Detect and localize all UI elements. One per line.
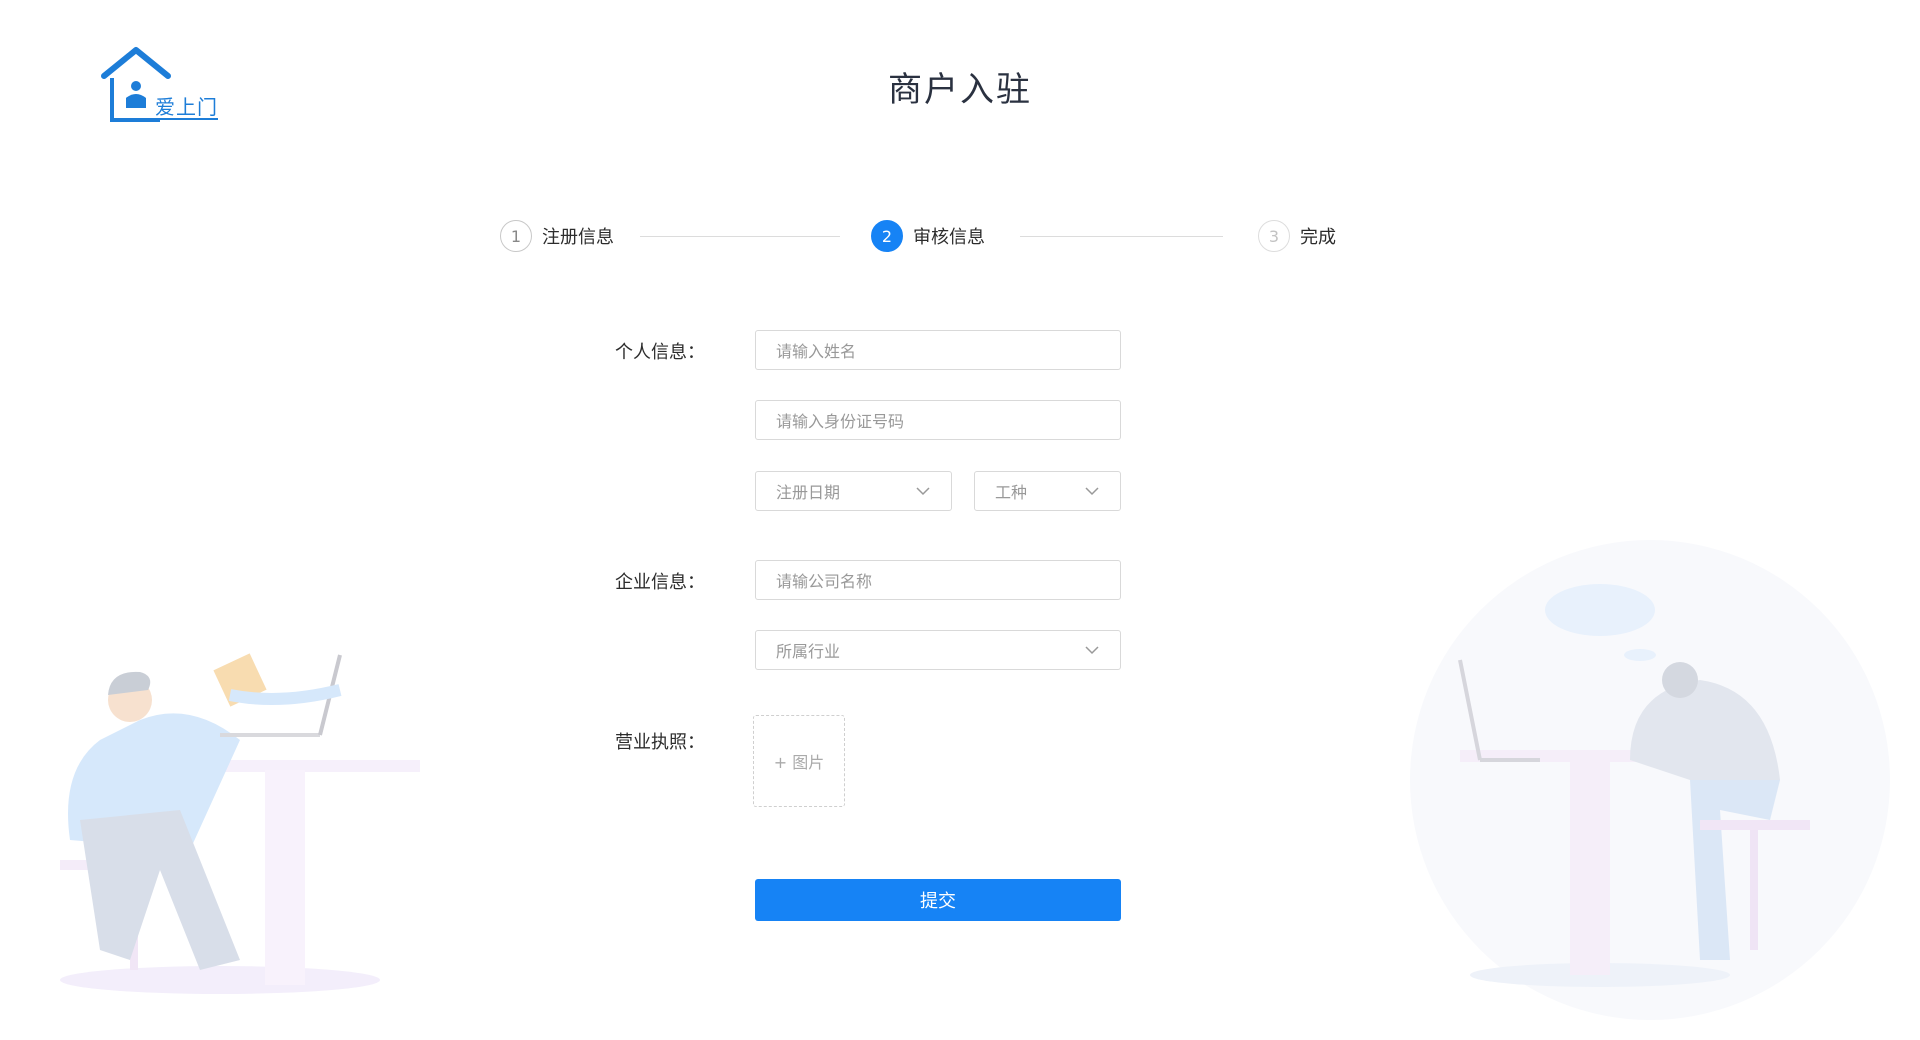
name-input[interactable]: 请输入姓名 — [755, 330, 1121, 370]
license-upload-button[interactable]: + 图片 — [753, 715, 845, 807]
id-number-placeholder: 请输入身份证号码 — [776, 412, 905, 431]
step-connector — [640, 236, 840, 237]
chevron-down-icon — [1085, 487, 1099, 496]
step-connector — [1020, 236, 1223, 237]
business-license-label: 营业执照： — [615, 732, 705, 753]
step-label: 审核信息 — [913, 227, 985, 248]
id-number-input[interactable]: 请输入身份证号码 — [755, 400, 1121, 440]
name-placeholder: 请输入姓名 — [776, 342, 857, 361]
chevron-down-icon — [916, 487, 930, 496]
step-number: 1 — [500, 220, 532, 252]
company-name-input[interactable]: 请输公司名称 — [755, 560, 1121, 600]
upload-text: + 图片 — [773, 753, 825, 772]
page-title: 商户入驻 — [888, 70, 1032, 110]
company-name-placeholder: 请输公司名称 — [776, 572, 873, 591]
personal-info-label: 个人信息： — [615, 342, 705, 363]
job-type-select[interactable]: 工种 — [974, 471, 1121, 511]
step-number: 2 — [871, 220, 903, 252]
step-register-info: 1 注册信息 — [500, 218, 614, 254]
submit-button[interactable]: 提交 — [755, 879, 1121, 921]
step-label: 注册信息 — [542, 227, 614, 248]
job-type-value: 工种 — [995, 483, 1028, 502]
step-number: 3 — [1258, 220, 1290, 252]
registration-date-select[interactable]: 注册日期 — [755, 471, 952, 511]
step-label: 完成 — [1300, 227, 1336, 248]
industry-select[interactable]: 所属行业 — [755, 630, 1121, 670]
progress-steps: 1 注册信息 2 审核信息 3 完成 — [500, 218, 1380, 254]
person-at-desk-illustration — [60, 653, 420, 994]
step-review-info: 2 审核信息 — [871, 218, 985, 254]
chevron-down-icon — [1085, 646, 1099, 655]
thinking-person-illustration — [1410, 540, 1890, 1020]
registration-date-value: 注册日期 — [776, 483, 841, 502]
step-complete: 3 完成 — [1258, 218, 1336, 254]
industry-value: 所属行业 — [776, 642, 841, 661]
company-info-label: 企业信息： — [615, 572, 705, 593]
